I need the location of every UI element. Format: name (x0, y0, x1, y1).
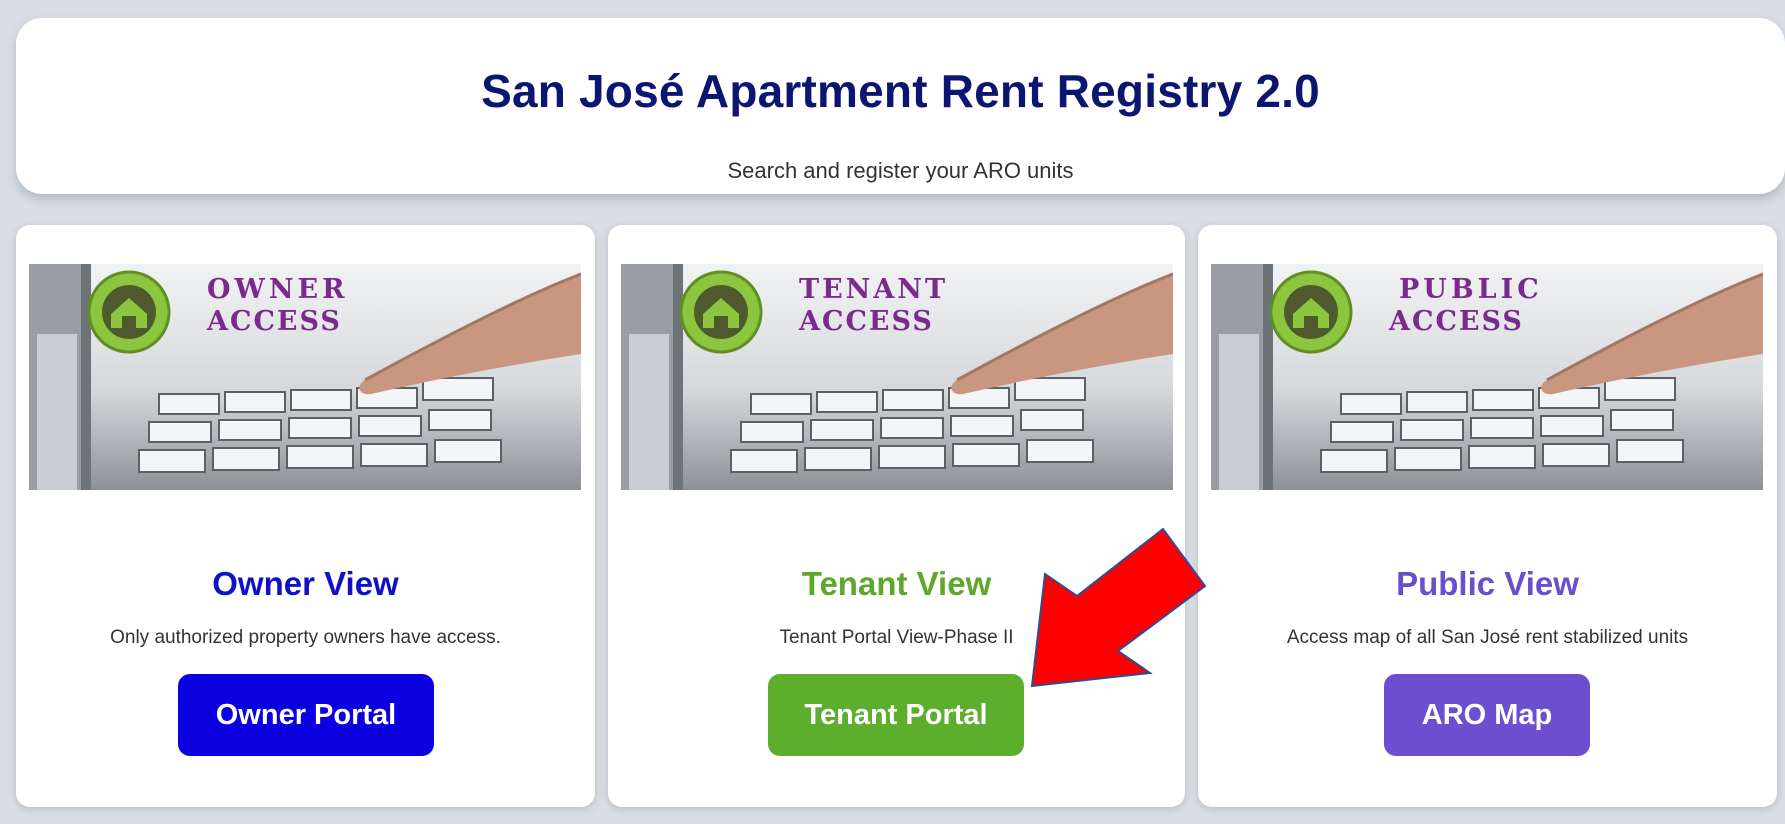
tenant-access-banner: TENANT ACCESS (621, 264, 1173, 490)
public-card: PUBLIC ACCESS Public View Access map of … (1198, 225, 1777, 807)
banner-line2: ACCESS (207, 306, 342, 337)
page-title: San José Apartment Rent Registry 2.0 (481, 65, 1320, 117)
banner-line2: ACCESS (799, 306, 934, 337)
banner-line1: PUBLIC (1399, 274, 1543, 305)
public-view-description: Access map of all San José rent stabiliz… (1286, 627, 1689, 648)
banner-line2: ACCESS (1389, 306, 1524, 337)
tenant-view-title: Tenant View (801, 565, 992, 602)
page: San José Apartment Rent Registry 2.0 Sea… (0, 0, 1785, 824)
tenant-card: TENANT ACCESS Tenant View Tenant Portal … (608, 225, 1185, 807)
owner-access-banner: OWNER ACCESS (29, 264, 581, 490)
header-card: San José Apartment Rent Registry 2.0 Sea… (16, 18, 1785, 194)
banner-line1: OWNER (207, 274, 349, 305)
owner-portal-button[interactable]: Owner Portal (178, 674, 434, 756)
public-access-banner: PUBLIC ACCESS (1211, 264, 1763, 490)
owner-view-title: Owner View (212, 565, 399, 602)
public-view-title: Public View (1396, 565, 1579, 602)
owner-view-description: Only authorized property owners have acc… (110, 627, 501, 648)
tenant-view-description: Tenant Portal View-Phase II (779, 627, 1014, 648)
tenant-portal-button[interactable]: Tenant Portal (768, 674, 1024, 756)
aro-map-button[interactable]: ARO Map (1384, 674, 1590, 756)
owner-card: OWNER ACCESS Owner View Only authorized … (16, 225, 595, 807)
banner-line1: TENANT (799, 274, 949, 305)
page-subtitle: Search and register your ARO units (727, 158, 1074, 183)
